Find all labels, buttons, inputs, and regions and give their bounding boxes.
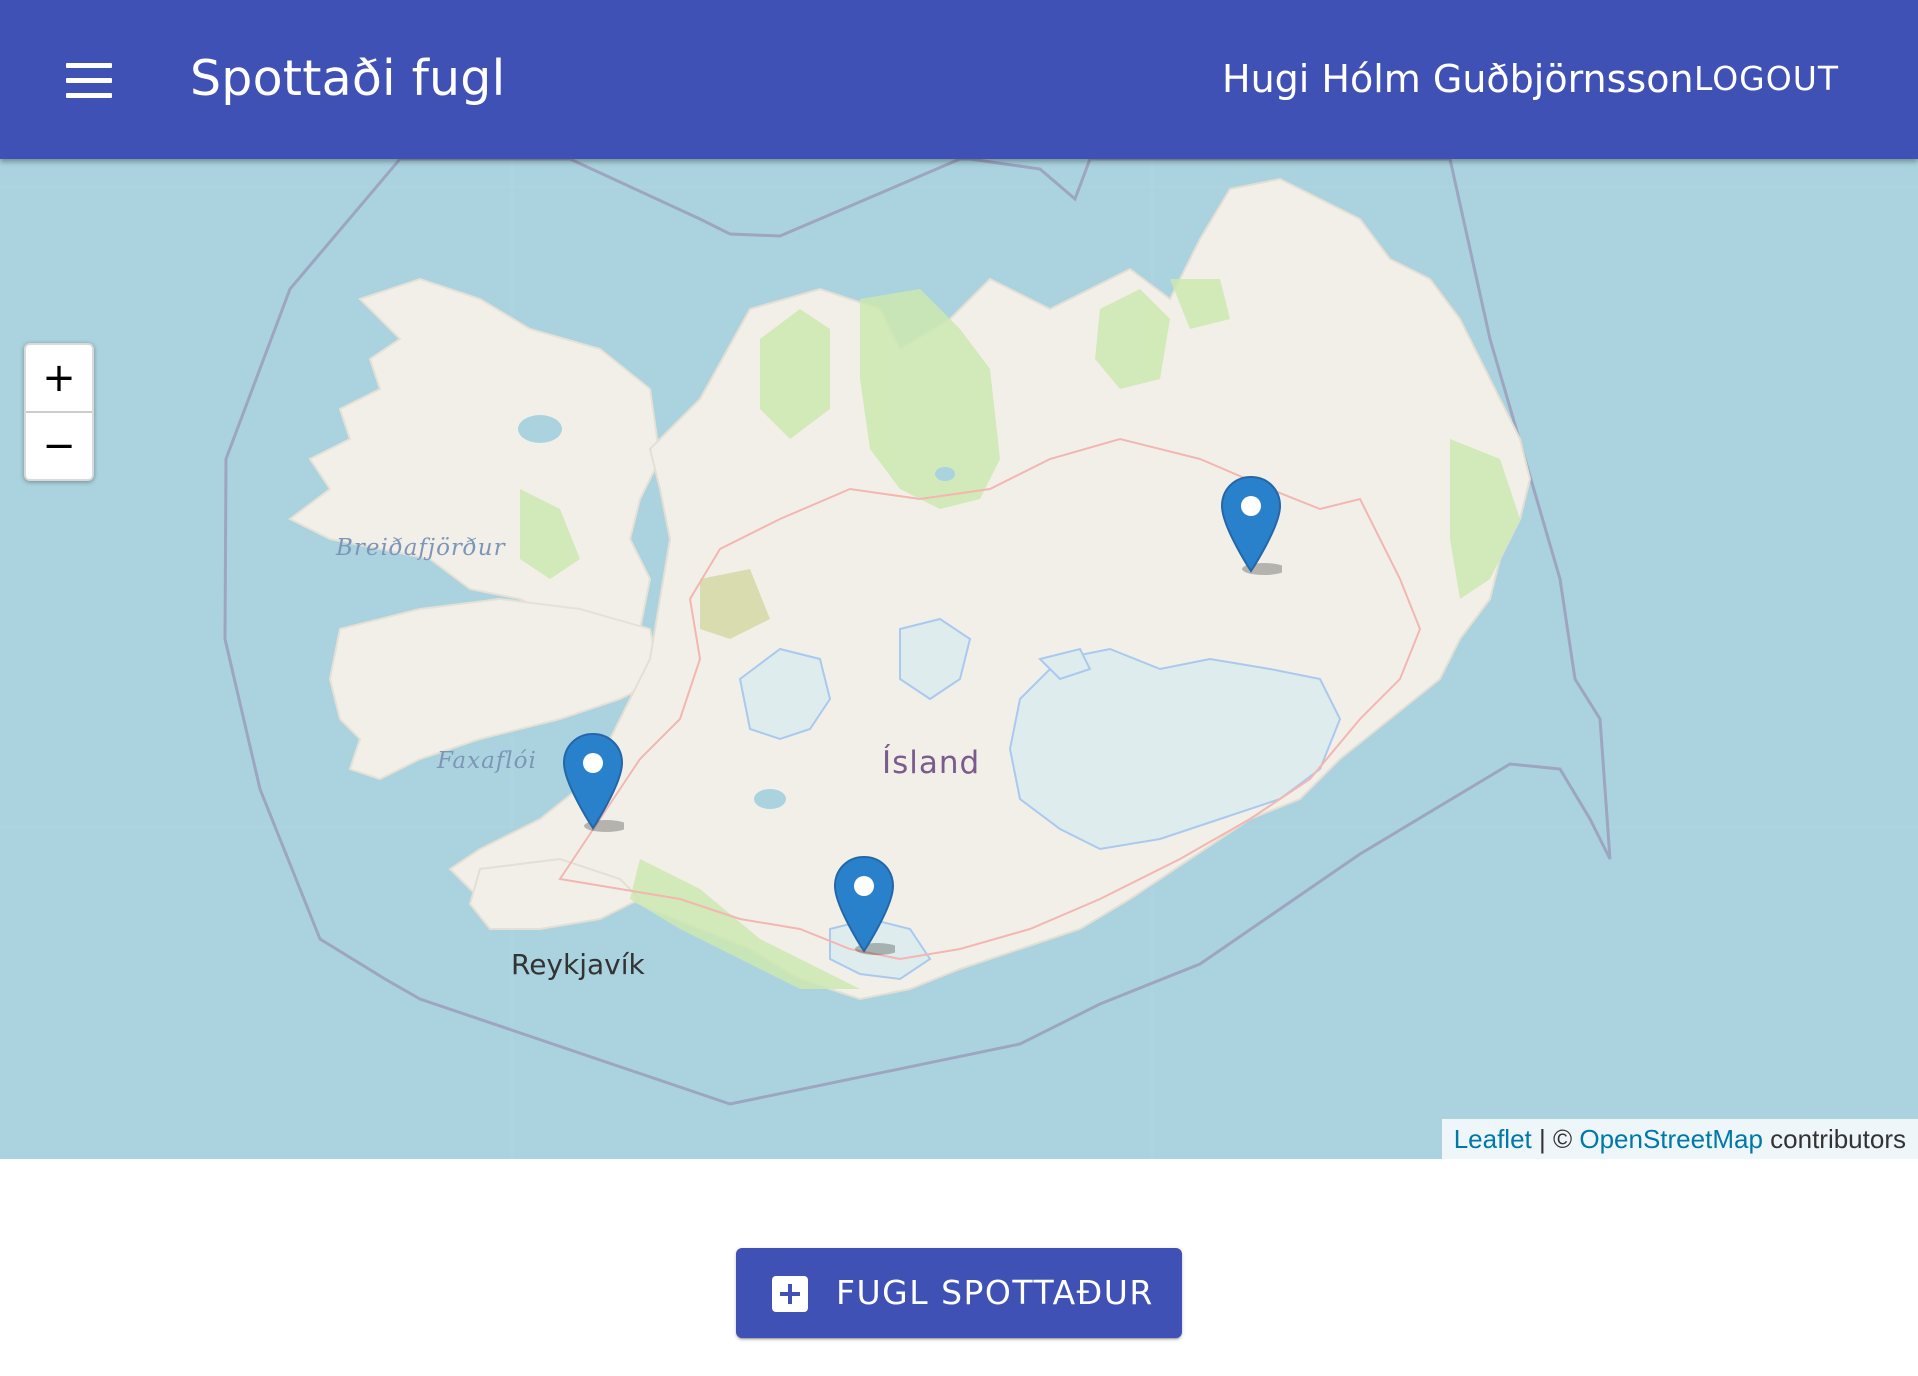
add-box-icon: [772, 1276, 808, 1312]
leaflet-link[interactable]: Leaflet: [1454, 1124, 1532, 1154]
map-view[interactable]: + − Ísland Breiðafjörður Faxaflói Reykja…: [0, 159, 1918, 1159]
map-pin-icon[interactable]: [833, 855, 895, 955]
westfjords-land: [288, 277, 662, 641]
hamburger-menu-icon[interactable]: [50, 52, 128, 108]
logout-button[interactable]: LOGOUT: [1688, 55, 1845, 103]
user-name: Hugi Hólm Guðbjörnsson: [1222, 57, 1694, 101]
map-pin-icon[interactable]: [1220, 475, 1282, 575]
spot-bird-button-label: FUGL SPOTTAÐUR: [836, 1273, 1154, 1312]
map-pin-icon[interactable]: [562, 732, 624, 832]
attribution-separator: | ©: [1531, 1124, 1580, 1154]
zoom-in-button[interactable]: +: [26, 345, 92, 411]
country-label: Ísland: [882, 745, 981, 781]
spot-bird-button[interactable]: FUGL SPOTTAÐUR: [736, 1248, 1182, 1338]
openstreetmap-link[interactable]: OpenStreetMap: [1579, 1124, 1763, 1154]
map-attribution: Leaflet | © OpenStreetMap contributors: [1441, 1119, 1918, 1159]
bay-label-breidafjordur: Breiðafjörður: [336, 535, 506, 561]
app-bar: Spottaði fugl Hugi Hólm Guðbjörnsson LOG…: [0, 0, 1918, 159]
app-title: Spottaði fugl: [190, 50, 506, 107]
map-tiles: [0, 159, 1918, 1159]
zoom-out-button[interactable]: −: [26, 411, 92, 479]
city-label-reykjavik: Reykjavík: [511, 948, 645, 981]
bay-label-faxafloi: Faxaflói: [437, 748, 537, 774]
attribution-contributors: contributors: [1762, 1124, 1906, 1154]
zoom-control: + −: [24, 343, 94, 481]
